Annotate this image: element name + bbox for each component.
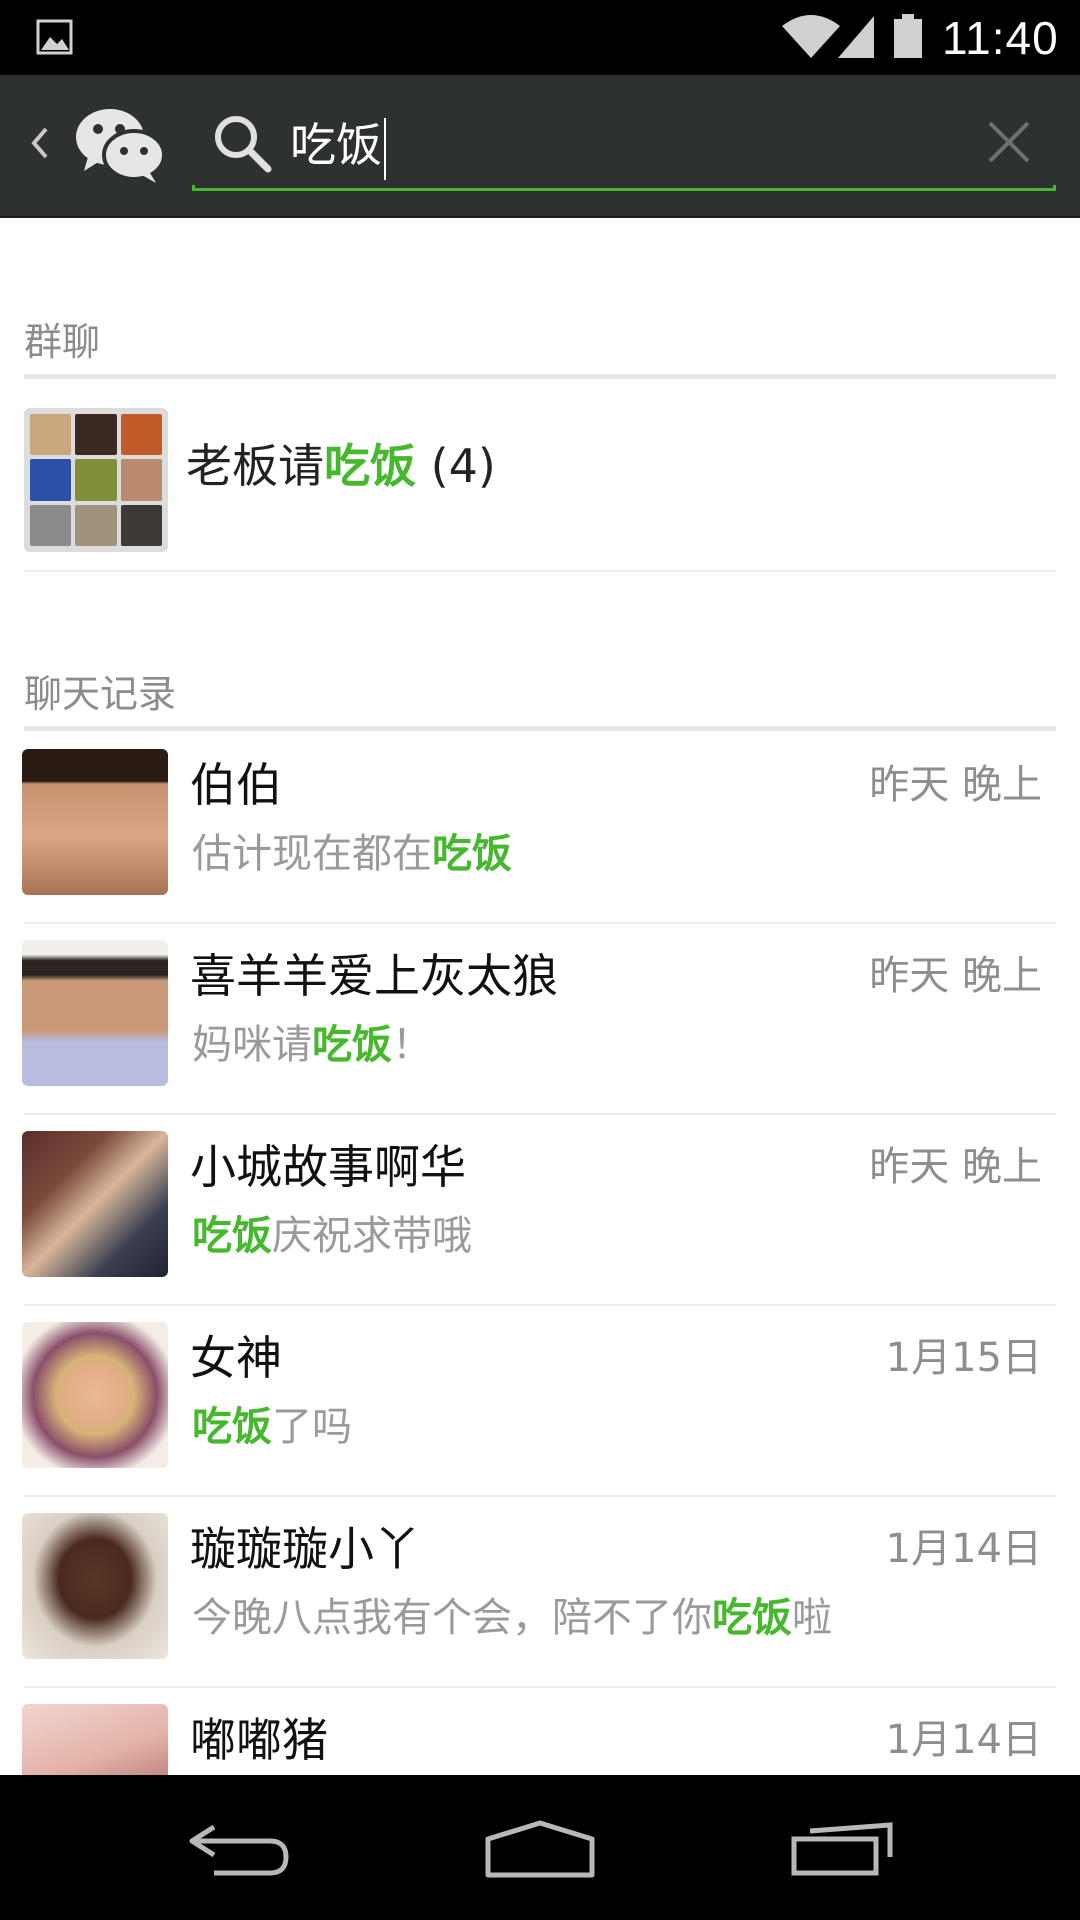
chat-name: 喜羊羊爱上灰太狼 [190, 949, 558, 1003]
status-bar: 11:40 [0, 0, 1080, 75]
section-title-chat-history: 聊天记录 [24, 672, 177, 716]
avatar [22, 940, 168, 1086]
chat-name: 伯伯 [190, 758, 282, 812]
home-nav-icon[interactable] [484, 1819, 596, 1879]
search-icon [215, 116, 272, 173]
chat-message: 吃饭庆祝求带哦 [192, 1213, 472, 1259]
text-caret [384, 117, 386, 180]
avatar [22, 1322, 168, 1468]
navigation-bar [0, 1775, 1080, 1920]
image-icon [36, 19, 73, 55]
clear-icon[interactable] [984, 117, 1034, 167]
chat-item-xiyangyang[interactable]: 喜羊羊爱上灰太狼 昨天 晚上 妈咪请吃饭！ [0, 922, 1080, 1113]
wifi-icon [782, 15, 840, 58]
battery-icon [894, 14, 922, 58]
search-input-underline [192, 185, 1056, 191]
avatar [22, 1131, 168, 1277]
chat-time: 1月15日 [885, 1335, 1042, 1381]
recents-nav-icon[interactable] [790, 1821, 898, 1877]
search-header: 吃饭 [0, 75, 1080, 218]
avatar [22, 749, 168, 895]
chat-item-xuanxuan[interactable]: 璇璇璇小丫 1月14日 今晚八点我有个会，陪不了你吃饭啦 [0, 1495, 1080, 1686]
back-nav-icon[interactable] [186, 1821, 292, 1877]
chat-name: 小城故事啊华 [190, 1140, 466, 1194]
section-rule [24, 374, 1056, 379]
back-chevron-icon[interactable] [28, 119, 52, 167]
chat-item-xiaocheng[interactable]: 小城故事啊华 昨天 晚上 吃饭庆祝求带哦 [0, 1113, 1080, 1304]
chat-name: 女神 [190, 1331, 282, 1385]
search-results: 群聊 老板请吃饭 (4) 聊天记录 伯伯 昨天 晚上 估计现在都在吃饭 喜羊羊爱… [0, 218, 1080, 1775]
avatar [22, 1513, 168, 1659]
chat-message: 估计现在都在吃饭 [192, 831, 512, 877]
chat-message: 妈咪请吃饭！ [192, 1022, 432, 1068]
chat-time: 昨天 晚上 [869, 953, 1042, 999]
chat-time: 1月14日 [885, 1526, 1042, 1572]
chat-item-bobo[interactable]: 伯伯 昨天 晚上 估计现在都在吃饭 [0, 731, 1080, 922]
avatar [22, 1704, 168, 1775]
search-input[interactable]: 吃饭 [290, 105, 386, 185]
status-time: 11:40 [942, 12, 1059, 64]
group-chat-item[interactable]: 老板请吃饭 (4) [0, 388, 1080, 570]
chat-item-nvshen[interactable]: 女神 1月15日 吃饭了吗 [0, 1304, 1080, 1495]
chat-message: 吃饭了吗 [192, 1404, 352, 1450]
chat-time: 昨天 晚上 [869, 1144, 1042, 1190]
signal-icon [838, 16, 874, 58]
wechat-logo-icon [76, 109, 166, 183]
section-title-group-chats: 群聊 [24, 320, 101, 364]
chat-time: 1月14日 [885, 1717, 1042, 1763]
chat-name: 嘟嘟猪 [190, 1713, 328, 1767]
group-avatar [24, 408, 168, 552]
group-chat-name: 老板请吃饭 (4) [186, 439, 496, 493]
search-query-text: 吃饭 [290, 118, 382, 172]
chat-time: 昨天 晚上 [869, 762, 1042, 808]
chat-message: 今晚八点我有个会，陪不了你吃饭啦 [192, 1595, 832, 1641]
chat-item-duduzhu[interactable]: 嘟嘟猪 1月14日 [0, 1686, 1080, 1775]
divider [24, 570, 1056, 572]
chat-name: 璇璇璇小丫 [190, 1522, 420, 1576]
